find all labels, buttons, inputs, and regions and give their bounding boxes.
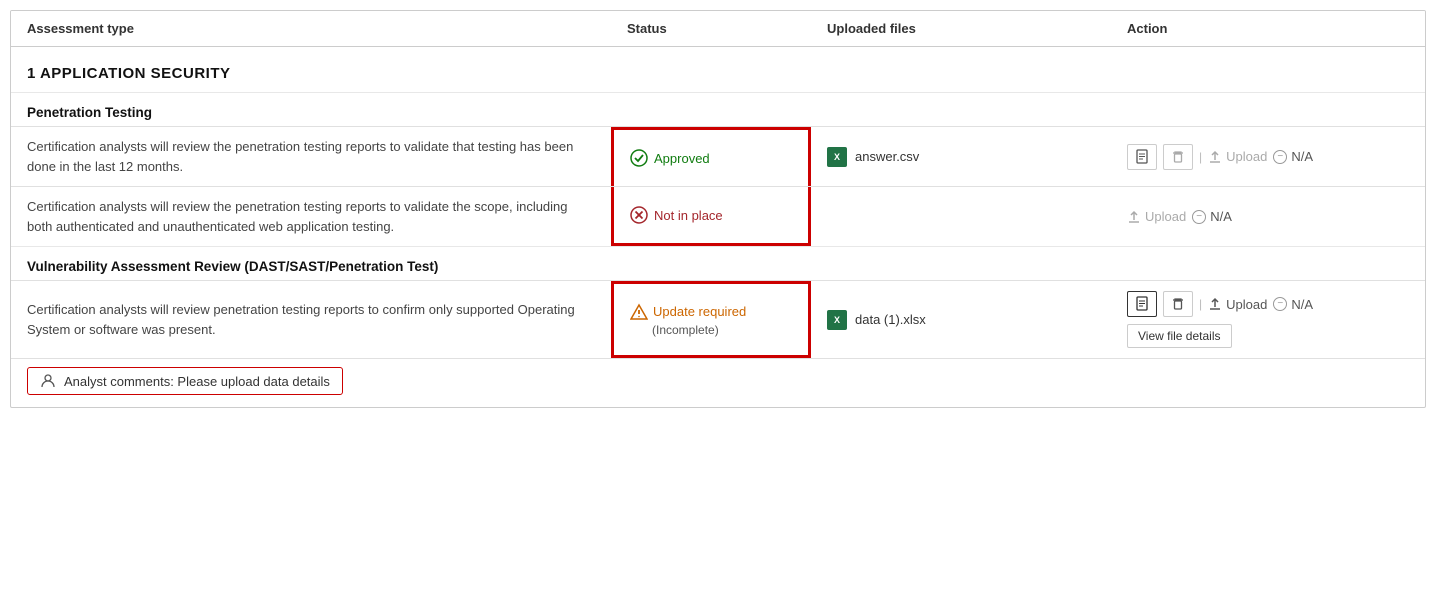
vulnerability-assessment-subsection: Vulnerability Assessment Review (DAST/SA…: [11, 246, 1425, 407]
upload-icon: [1208, 297, 1222, 311]
status-not-in-place: Not in place: [630, 206, 723, 224]
delete-button[interactable]: [1163, 291, 1193, 317]
col-assessment-type: Assessment type: [27, 21, 627, 36]
circle-minus-icon: [1192, 210, 1206, 224]
upload-button[interactable]: Upload: [1127, 209, 1186, 224]
files-cell: X data (1).xlsx: [811, 281, 1111, 358]
na-button[interactable]: N/A: [1273, 149, 1313, 164]
col-action: Action: [1127, 21, 1409, 36]
not-in-place-icon: [630, 206, 648, 224]
circle-minus-icon: [1273, 297, 1287, 311]
col-status: Status: [627, 21, 827, 36]
document-icon: [1134, 296, 1150, 312]
section-1-title: 1 APPLICATION SECURITY: [11, 47, 1425, 92]
upload-button[interactable]: Upload: [1208, 149, 1267, 164]
delete-button[interactable]: [1163, 144, 1193, 170]
table-row: Certification analysts will review the p…: [11, 186, 1425, 246]
vulnerability-assessment-title: Vulnerability Assessment Review (DAST/SA…: [11, 247, 1425, 280]
separator: |: [1199, 297, 1202, 311]
action-cell: | Upload N/A: [1111, 281, 1425, 358]
action-row: | Upload N/A: [1127, 291, 1313, 317]
na-button[interactable]: N/A: [1273, 297, 1313, 312]
main-table: Assessment type Status Uploaded files Ac…: [10, 10, 1426, 408]
approved-icon: [630, 149, 648, 167]
status-approved: Approved: [630, 149, 710, 167]
main-status: Update required: [630, 303, 746, 321]
files-cell: X answer.csv: [811, 127, 1111, 186]
document-icon: [1134, 149, 1150, 165]
circle-minus-icon: [1273, 150, 1287, 164]
trash-icon: [1170, 296, 1186, 312]
upload-icon: [1208, 150, 1222, 164]
upload-icon: [1127, 210, 1141, 224]
status-update-required: Update required (Incomplete): [630, 303, 746, 337]
action-cell: Upload N/A: [1111, 187, 1425, 246]
warning-icon: [630, 303, 648, 321]
action-cell: | Upload N/A: [1111, 127, 1425, 186]
analyst-comment-box: Analyst comments: Please upload data det…: [27, 367, 343, 395]
status-cell: Not in place: [611, 187, 811, 246]
excel-icon: X: [827, 147, 847, 167]
view-document-button[interactable]: [1127, 144, 1157, 170]
excel-icon: X: [827, 310, 847, 330]
status-sub-label: (Incomplete): [630, 323, 746, 337]
separator: |: [1199, 150, 1202, 164]
penetration-testing-title: Penetration Testing: [11, 93, 1425, 126]
col-uploaded-files: Uploaded files: [827, 21, 1127, 36]
action-wrapper: | Upload N/A: [1127, 291, 1313, 348]
analyst-person-icon: [40, 373, 56, 389]
view-file-details-tooltip[interactable]: View file details: [1127, 324, 1232, 348]
upload-button[interactable]: Upload: [1208, 297, 1267, 312]
table-row: Certification analysts will review the p…: [11, 126, 1425, 186]
view-document-button[interactable]: [1127, 291, 1157, 317]
table-row: Certification analysts will review penet…: [11, 280, 1425, 358]
table-header: Assessment type Status Uploaded files Ac…: [11, 11, 1425, 47]
penetration-testing-subsection: Penetration Testing Certification analys…: [11, 92, 1425, 246]
description-cell: Certification analysts will review penet…: [11, 281, 611, 358]
analyst-comment-row: Analyst comments: Please upload data det…: [11, 358, 1425, 407]
status-cell: Approved: [611, 127, 811, 186]
files-cell: [811, 187, 1111, 246]
status-cell: Update required (Incomplete): [611, 281, 811, 358]
description-cell: Certification analysts will review the p…: [11, 187, 611, 246]
description-cell: Certification analysts will review the p…: [11, 127, 611, 186]
na-button[interactable]: N/A: [1192, 209, 1232, 224]
trash-icon: [1170, 149, 1186, 165]
